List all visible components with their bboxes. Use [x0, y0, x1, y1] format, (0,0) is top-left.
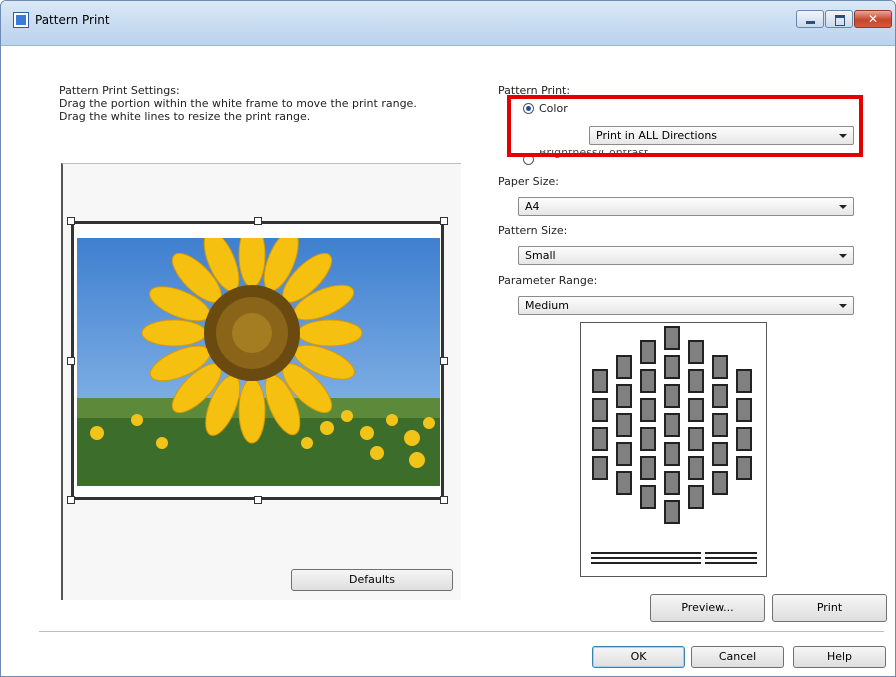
resize-handle-icon[interactable]	[440, 217, 448, 225]
sunflower-photo[interactable]	[77, 238, 440, 486]
pattern-cell	[640, 485, 656, 509]
pattern-footer-line	[591, 562, 701, 564]
pattern-cell	[688, 369, 704, 393]
title-bar: Pattern Print ✕	[1, 1, 895, 46]
window-title: Pattern Print	[35, 13, 110, 27]
pattern-cell	[664, 499, 680, 524]
pattern-cell	[712, 441, 728, 466]
pattern-cell	[616, 470, 632, 495]
pattern-cell	[640, 398, 656, 422]
instructions-resize: Drag the white lines to resize the print…	[59, 110, 311, 123]
defaults-button[interactable]: Defaults	[291, 569, 453, 591]
pattern-footer-line	[705, 552, 757, 554]
ok-button[interactable]: OK	[592, 646, 685, 668]
pattern-cell	[616, 412, 632, 437]
pattern-cell	[592, 427, 608, 451]
preview-button[interactable]: Preview...	[650, 594, 765, 622]
parameter-range-value: Medium	[525, 299, 569, 312]
pattern-cell	[664, 470, 680, 495]
chevron-down-icon	[839, 254, 847, 258]
pattern-cell	[616, 383, 632, 408]
pattern-cell	[688, 456, 704, 480]
help-button[interactable]: Help	[793, 646, 886, 668]
pattern-cell	[688, 398, 704, 422]
chevron-down-icon	[839, 205, 847, 209]
pattern-cell	[736, 427, 752, 451]
maximize-button[interactable]	[825, 10, 853, 28]
sunflower-image	[77, 238, 440, 486]
app-icon	[13, 12, 29, 28]
cancel-button[interactable]: Cancel	[691, 646, 784, 668]
chevron-down-icon	[839, 304, 847, 308]
pattern-cell	[664, 412, 680, 437]
pattern-cell	[712, 383, 728, 408]
pattern-cell	[592, 398, 608, 422]
pattern-size-select[interactable]: Small	[518, 246, 854, 265]
paper-size-select[interactable]: A4	[518, 197, 854, 216]
pattern-cell	[712, 412, 728, 437]
pattern-footer-line	[705, 557, 757, 559]
pattern-cell	[664, 354, 680, 379]
resize-handle-icon[interactable]	[440, 496, 448, 504]
instructions-title: Pattern Print Settings:	[59, 84, 180, 97]
resize-handle-icon[interactable]	[67, 357, 75, 365]
instructions: Pattern Print Settings: Drag the portion…	[59, 84, 417, 123]
paper-size-label: Paper Size:	[498, 175, 559, 188]
pattern-cell	[736, 369, 752, 393]
resize-handle-icon[interactable]	[254, 496, 262, 504]
pattern-cell	[592, 369, 608, 393]
pattern-cell	[616, 354, 632, 379]
parameter-range-select[interactable]: Medium	[518, 296, 854, 315]
pattern-cell	[688, 427, 704, 451]
resize-handle-icon[interactable]	[67, 496, 75, 504]
pattern-cell	[640, 456, 656, 480]
instructions-move: Drag the portion within the white frame …	[59, 97, 417, 110]
pattern-cell	[592, 456, 608, 480]
pattern-print-window: Pattern Print ✕ Pattern Print Settings: …	[0, 0, 896, 677]
print-range-frame[interactable]	[71, 221, 444, 500]
pattern-cell	[664, 441, 680, 466]
pattern-cell	[640, 369, 656, 393]
pattern-cell	[664, 325, 680, 350]
resize-handle-icon[interactable]	[67, 217, 75, 225]
pattern-cell	[688, 340, 704, 364]
pattern-cell	[688, 485, 704, 509]
pattern-footer-line	[705, 562, 757, 564]
print-button[interactable]: Print	[772, 594, 887, 622]
pattern-cell	[712, 354, 728, 379]
pattern-size-value: Small	[525, 249, 556, 262]
pattern-footer-line	[591, 557, 701, 559]
pattern-cell	[664, 383, 680, 408]
pattern-cell	[640, 340, 656, 364]
pattern-cell	[736, 398, 752, 422]
minimize-button[interactable]	[796, 10, 824, 28]
pattern-cell	[640, 427, 656, 451]
pattern-layout-preview	[580, 322, 767, 577]
pattern-cell	[736, 456, 752, 480]
pattern-cell	[712, 470, 728, 495]
pattern-size-label: Pattern Size:	[498, 224, 568, 237]
pattern-cell	[616, 441, 632, 466]
close-button[interactable]: ✕	[854, 10, 892, 28]
resize-handle-icon[interactable]	[440, 357, 448, 365]
resize-handle-icon[interactable]	[254, 217, 262, 225]
highlight-box	[507, 95, 863, 157]
dialog-content: Pattern Print Settings: Drag the portion…	[1, 46, 895, 676]
parameter-range-label: Parameter Range:	[498, 274, 598, 287]
separator	[39, 631, 884, 632]
paper-size-value: A4	[525, 200, 540, 213]
pattern-footer-line	[591, 552, 701, 554]
